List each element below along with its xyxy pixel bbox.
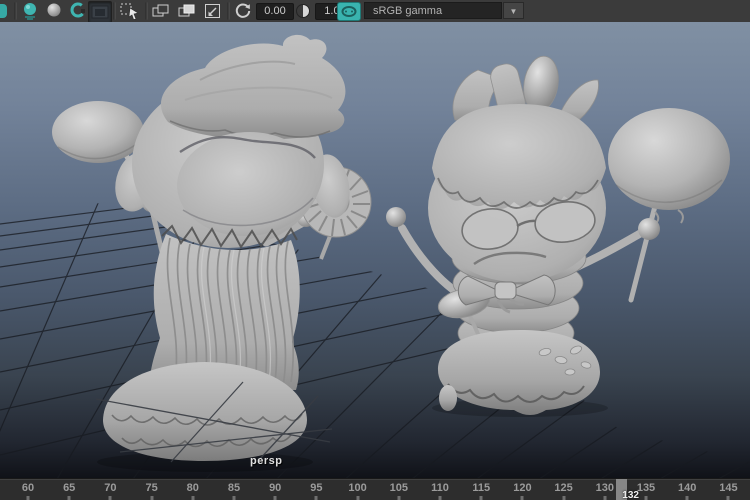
textured-toggle-icon[interactable] [88, 1, 112, 23]
timeline-tick-mark [150, 496, 153, 500]
timeline-tick-mark [397, 496, 400, 500]
timeline-tick-label: 125 [554, 482, 572, 494]
exposure-field[interactable]: 0.00 [256, 3, 294, 20]
timeline-tick-mark [274, 496, 277, 500]
timeline-tick-label: 65 [63, 482, 75, 494]
dropdown-arrow-icon[interactable]: ▼ [503, 2, 524, 19]
clipped-edge-icon[interactable] [0, 1, 12, 21]
timeline-tick-mark [645, 496, 648, 500]
lollipop-disc [608, 108, 730, 210]
timeline-tick-label: 60 [22, 482, 34, 494]
timeline-tick-label: 95 [310, 482, 322, 494]
timeline-tick-label: 80 [187, 482, 199, 494]
shaded-sphere-icon[interactable] [43, 1, 65, 21]
right-hand [638, 218, 660, 240]
exposure-icon[interactable] [232, 1, 254, 21]
timeline-tick-mark [727, 496, 730, 500]
timeline-tick-label: 75 [145, 482, 157, 494]
timeline-tick-mark [686, 496, 689, 500]
lollipop-ball [52, 101, 144, 163]
timeline-tick-label: 90 [269, 482, 281, 494]
muffin-top [432, 104, 606, 209]
icecream-swirl [161, 35, 345, 140]
overlap-frames-outline-icon[interactable] [150, 1, 172, 21]
timeline-tick-mark [27, 496, 30, 500]
scene-svg[interactable] [0, 22, 750, 478]
timeline-tick-mark [109, 496, 112, 500]
view-transform-dropdown[interactable]: sRGB gamma [364, 2, 502, 19]
select-cursor-icon[interactable] [117, 1, 142, 21]
candy-character-left[interactable] [52, 35, 371, 472]
separator [145, 2, 148, 20]
timeline-tick-mark [191, 496, 194, 500]
timeline-tick-mark [356, 496, 359, 500]
timeline-tick-mark [562, 496, 565, 500]
gamma-icon[interactable] [294, 1, 312, 21]
lighting-icon[interactable] [19, 1, 41, 21]
timeline-tick-label: 120 [513, 482, 531, 494]
viewport-toolbar: 0.00 1.00 sRGB gamma ▼ [0, 0, 750, 23]
timeline-tick-label: 140 [678, 482, 696, 494]
daisy-stick [321, 236, 330, 259]
drip [439, 385, 457, 411]
timeline-tick-mark [603, 496, 606, 500]
candy-character-right[interactable] [386, 54, 730, 417]
timeline-tick-label: 145 [719, 482, 737, 494]
separator [14, 2, 17, 20]
overlap-frames-filled-icon[interactable] [176, 1, 198, 21]
timeline-tick-label: 130 [596, 482, 614, 494]
timeline-tick-mark [480, 496, 483, 500]
maya-window: 0.00 1.00 sRGB gamma ▼ [0, 0, 750, 500]
separator [227, 2, 230, 20]
wrapper-curl [678, 210, 683, 223]
timeline-tick-mark [68, 496, 71, 500]
resize-corner-icon[interactable] [202, 1, 224, 21]
timeline-tick-label: 100 [348, 482, 366, 494]
timeline-tick-label: 85 [228, 482, 240, 494]
timeline-tick-mark [315, 496, 318, 500]
timeline[interactable]: 132 606570758085909510010511011512012513… [0, 478, 750, 500]
timeline-tick-mark [439, 496, 442, 500]
perspective-viewport[interactable]: persp [0, 22, 750, 478]
timeline-tick-mark [521, 496, 524, 500]
timeline-tick-label: 115 [472, 482, 490, 494]
timeline-tick-label: 110 [431, 482, 449, 494]
timeline-tick-label: 135 [637, 482, 655, 494]
timeline-tick-mark [233, 496, 236, 500]
wireframe-ring-icon[interactable] [67, 1, 89, 21]
left-hand [386, 207, 406, 227]
view-transform-icon[interactable] [337, 2, 361, 21]
camera-label: persp [250, 455, 282, 467]
separator [113, 2, 116, 20]
timeline-tick-label: 70 [104, 482, 116, 494]
timeline-tick-label: 105 [390, 482, 408, 494]
